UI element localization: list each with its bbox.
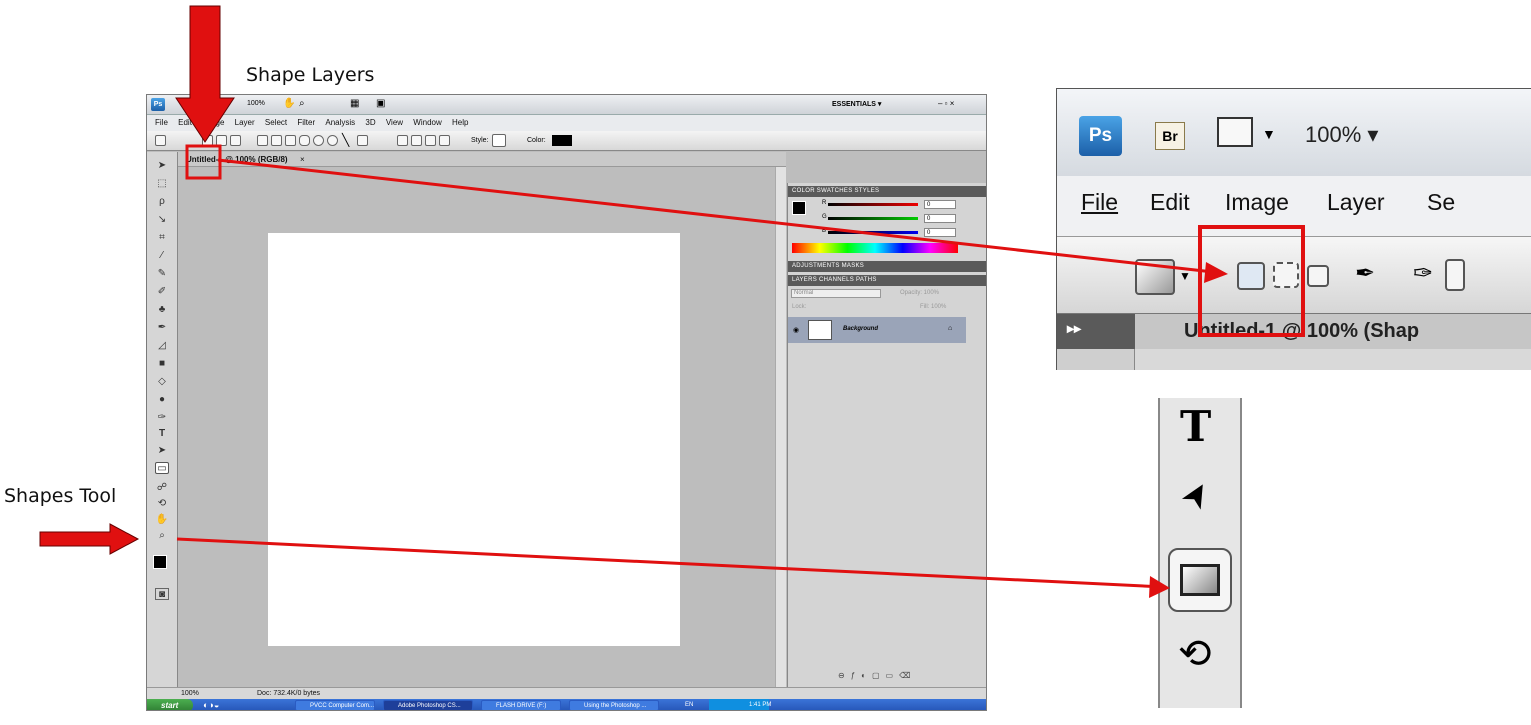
annotation-overlay [39, 5, 1305, 598]
callout-line-top [217, 158, 1223, 275]
callout-line-bottom [176, 537, 1165, 589]
callout-arrowhead-bottom [1149, 576, 1170, 598]
shape-layers-highlight-box [185, 144, 222, 180]
right-arrow-shapes-tool [39, 523, 140, 555]
zoom-shape-layers-highlight [1198, 225, 1305, 337]
down-arrow-shape-layers [175, 5, 235, 143]
callout-arrowhead-top [1204, 262, 1228, 283]
